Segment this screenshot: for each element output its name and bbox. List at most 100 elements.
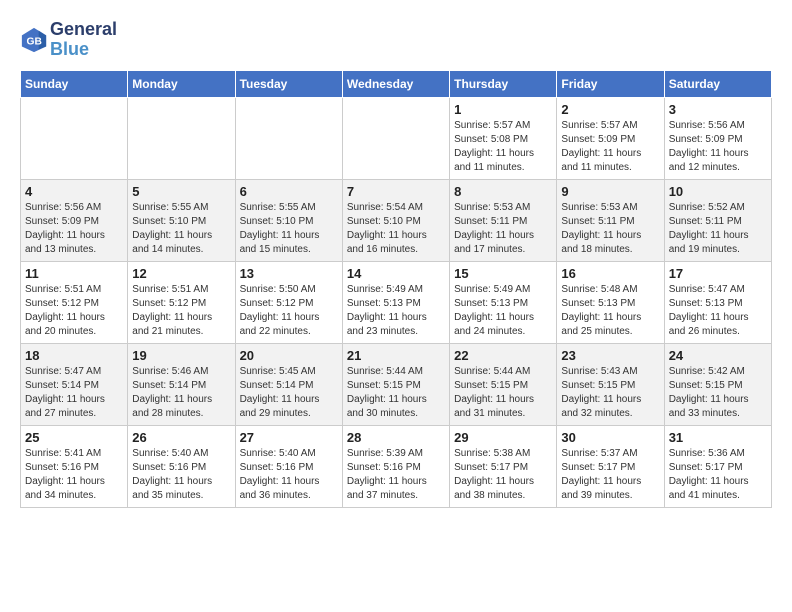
day-number: 22 bbox=[454, 348, 552, 363]
calendar-cell: 22Sunrise: 5:44 AM Sunset: 5:15 PM Dayli… bbox=[450, 343, 557, 425]
calendar-cell: 17Sunrise: 5:47 AM Sunset: 5:13 PM Dayli… bbox=[664, 261, 771, 343]
calendar-cell: 25Sunrise: 5:41 AM Sunset: 5:16 PM Dayli… bbox=[21, 425, 128, 507]
day-number: 21 bbox=[347, 348, 445, 363]
calendar-cell: 6 Sunrise: 5:55 AM Sunset: 5:10 PM Daylig… bbox=[235, 179, 342, 261]
calendar-header: SundayMondayTuesdayWednesdayThursdayFrid… bbox=[21, 70, 772, 97]
day-number: 5 bbox=[132, 184, 230, 199]
day-of-week-header: Monday bbox=[128, 70, 235, 97]
day-number: 7 bbox=[347, 184, 445, 199]
day-of-week-header: Thursday bbox=[450, 70, 557, 97]
day-of-week-header: Sunday bbox=[21, 70, 128, 97]
day-info: Sunrise: 5:38 AM Sunset: 5:17 PM Dayligh… bbox=[454, 447, 552, 503]
day-info: Sunrise: 5:42 AM Sunset: 5:15 PM Dayligh… bbox=[669, 365, 767, 421]
calendar-cell: 28 Sunrise: 5:39 AM Sunset: 5:16 PM Dayli… bbox=[342, 425, 449, 507]
day-number: 8 bbox=[454, 184, 552, 199]
day-info: Sunrise: 5:37 AM Sunset: 5:17 PM Dayligh… bbox=[561, 447, 659, 503]
day-info: Sunrise: 5:45 AM Sunset: 5:14 PM Dayligh… bbox=[240, 365, 338, 421]
day-number: 11 bbox=[25, 266, 123, 281]
day-info: Sunrise: 5:46 AM Sunset: 5:14 PM Dayligh… bbox=[132, 365, 230, 421]
day-of-week-header: Tuesday bbox=[235, 70, 342, 97]
day-number: 28 bbox=[347, 430, 445, 445]
calendar-cell: 26 Sunrise: 5:40 AM Sunset: 5:16 PM Dayli… bbox=[128, 425, 235, 507]
calendar-cell: 21 Sunrise: 5:44 AM Sunset: 5:15 PM Dayli… bbox=[342, 343, 449, 425]
calendar-table: SundayMondayTuesdayWednesdayThursdayFrid… bbox=[20, 70, 772, 508]
calendar-cell: 2 Sunrise: 5:57 AM Sunset: 5:09 PM Daylig… bbox=[557, 97, 664, 179]
day-info: Sunrise: 5:55 AM Sunset: 5:10 PM Dayligh… bbox=[132, 201, 230, 257]
calendar-cell: 24 Sunrise: 5:42 AM Sunset: 5:15 PM Dayli… bbox=[664, 343, 771, 425]
day-number: 14 bbox=[347, 266, 445, 281]
calendar-cell: 13 Sunrise: 5:50 AM Sunset: 5:12 PM Dayli… bbox=[235, 261, 342, 343]
calendar-cell bbox=[342, 97, 449, 179]
day-info: Sunrise: 5:55 AM Sunset: 5:10 PM Dayligh… bbox=[240, 201, 338, 257]
day-number: 2 bbox=[561, 102, 659, 117]
calendar-cell: 12 Sunrise: 5:51 AM Sunset: 5:12 PM Dayli… bbox=[128, 261, 235, 343]
day-number: 12 bbox=[132, 266, 230, 281]
day-number: 18 bbox=[25, 348, 123, 363]
day-info: Sunrise: 5:40 AM Sunset: 5:16 PM Dayligh… bbox=[132, 447, 230, 503]
calendar-cell: 11 Sunrise: 5:51 AM Sunset: 5:12 PM Dayli… bbox=[21, 261, 128, 343]
day-of-week-header: Saturday bbox=[664, 70, 771, 97]
day-info: Sunrise: 5:54 AM Sunset: 5:10 PM Dayligh… bbox=[347, 201, 445, 257]
day-number: 19 bbox=[132, 348, 230, 363]
calendar-cell: 5 Sunrise: 5:55 AM Sunset: 5:10 PM Daylig… bbox=[128, 179, 235, 261]
day-number: 1 bbox=[454, 102, 552, 117]
day-info: Sunrise: 5:56 AM Sunset: 5:09 PM Dayligh… bbox=[25, 201, 123, 257]
calendar-cell: 9Sunrise: 5:53 AM Sunset: 5:11 PM Daylig… bbox=[557, 179, 664, 261]
day-info: Sunrise: 5:36 AM Sunset: 5:17 PM Dayligh… bbox=[669, 447, 767, 503]
day-info: Sunrise: 5:40 AM Sunset: 5:16 PM Dayligh… bbox=[240, 447, 338, 503]
day-number: 26 bbox=[132, 430, 230, 445]
calendar-cell: 18 Sunrise: 5:47 AM Sunset: 5:14 PM Dayli… bbox=[21, 343, 128, 425]
day-info: Sunrise: 5:44 AM Sunset: 5:15 PM Dayligh… bbox=[347, 365, 445, 421]
calendar-week-row: 11 Sunrise: 5:51 AM Sunset: 5:12 PM Dayli… bbox=[21, 261, 772, 343]
calendar-week-row: 18 Sunrise: 5:47 AM Sunset: 5:14 PM Dayli… bbox=[21, 343, 772, 425]
day-info: Sunrise: 5:48 AM Sunset: 5:13 PM Dayligh… bbox=[561, 283, 659, 339]
calendar-cell: 7 Sunrise: 5:54 AM Sunset: 5:10 PM Daylig… bbox=[342, 179, 449, 261]
day-number: 9 bbox=[561, 184, 659, 199]
day-of-week-header: Friday bbox=[557, 70, 664, 97]
day-info: Sunrise: 5:57 AM Sunset: 5:08 PM Dayligh… bbox=[454, 119, 552, 175]
day-of-week-header: Wednesday bbox=[342, 70, 449, 97]
day-number: 23 bbox=[561, 348, 659, 363]
day-info: Sunrise: 5:41 AM Sunset: 5:16 PM Dayligh… bbox=[25, 447, 123, 503]
calendar-cell: 14Sunrise: 5:49 AM Sunset: 5:13 PM Dayli… bbox=[342, 261, 449, 343]
logo-text-line1: General bbox=[50, 20, 117, 40]
calendar-cell: 8Sunrise: 5:53 AM Sunset: 5:11 PM Daylig… bbox=[450, 179, 557, 261]
day-info: Sunrise: 5:52 AM Sunset: 5:11 PM Dayligh… bbox=[669, 201, 767, 257]
logo-text-line2: Blue bbox=[50, 40, 117, 60]
day-number: 16 bbox=[561, 266, 659, 281]
day-number: 30 bbox=[561, 430, 659, 445]
day-info: Sunrise: 5:51 AM Sunset: 5:12 PM Dayligh… bbox=[25, 283, 123, 339]
day-number: 15 bbox=[454, 266, 552, 281]
day-number: 6 bbox=[240, 184, 338, 199]
calendar-cell: 19 Sunrise: 5:46 AM Sunset: 5:14 PM Dayli… bbox=[128, 343, 235, 425]
logo: GB General Blue bbox=[20, 20, 117, 60]
day-info: Sunrise: 5:43 AM Sunset: 5:15 PM Dayligh… bbox=[561, 365, 659, 421]
day-number: 31 bbox=[669, 430, 767, 445]
day-info: Sunrise: 5:39 AM Sunset: 5:16 PM Dayligh… bbox=[347, 447, 445, 503]
calendar-body: 1 Sunrise: 5:57 AM Sunset: 5:08 PM Daylig… bbox=[21, 97, 772, 507]
calendar-cell: 20 Sunrise: 5:45 AM Sunset: 5:14 PM Dayli… bbox=[235, 343, 342, 425]
calendar-cell: 1 Sunrise: 5:57 AM Sunset: 5:08 PM Daylig… bbox=[450, 97, 557, 179]
day-info: Sunrise: 5:56 AM Sunset: 5:09 PM Dayligh… bbox=[669, 119, 767, 175]
day-number: 29 bbox=[454, 430, 552, 445]
logo-icon: GB bbox=[20, 26, 48, 54]
day-number: 17 bbox=[669, 266, 767, 281]
calendar-cell: 31 Sunrise: 5:36 AM Sunset: 5:17 PM Dayli… bbox=[664, 425, 771, 507]
day-number: 20 bbox=[240, 348, 338, 363]
calendar-cell: 27 Sunrise: 5:40 AM Sunset: 5:16 PM Dayli… bbox=[235, 425, 342, 507]
calendar-cell: 15 Sunrise: 5:49 AM Sunset: 5:13 PM Dayli… bbox=[450, 261, 557, 343]
day-number: 27 bbox=[240, 430, 338, 445]
calendar-cell: 16 Sunrise: 5:48 AM Sunset: 5:13 PM Dayli… bbox=[557, 261, 664, 343]
day-number: 4 bbox=[25, 184, 123, 199]
day-info: Sunrise: 5:50 AM Sunset: 5:12 PM Dayligh… bbox=[240, 283, 338, 339]
day-info: Sunrise: 5:49 AM Sunset: 5:13 PM Dayligh… bbox=[454, 283, 552, 339]
page-header: GB General Blue bbox=[20, 20, 772, 60]
day-number: 13 bbox=[240, 266, 338, 281]
calendar-week-row: 1 Sunrise: 5:57 AM Sunset: 5:08 PM Daylig… bbox=[21, 97, 772, 179]
calendar-cell bbox=[128, 97, 235, 179]
day-info: Sunrise: 5:47 AM Sunset: 5:14 PM Dayligh… bbox=[25, 365, 123, 421]
day-info: Sunrise: 5:51 AM Sunset: 5:12 PM Dayligh… bbox=[132, 283, 230, 339]
day-number: 24 bbox=[669, 348, 767, 363]
calendar-cell bbox=[235, 97, 342, 179]
day-info: Sunrise: 5:57 AM Sunset: 5:09 PM Dayligh… bbox=[561, 119, 659, 175]
